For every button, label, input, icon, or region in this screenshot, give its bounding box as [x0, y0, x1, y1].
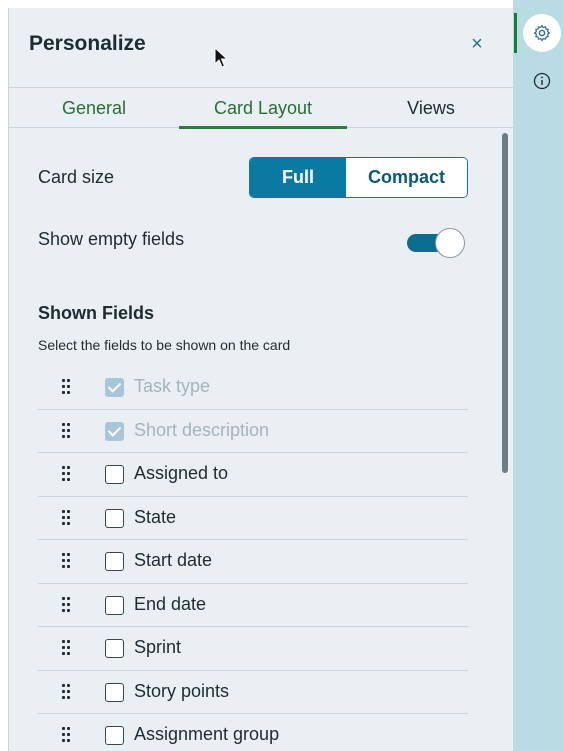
scrollbar-thumb[interactable]	[502, 133, 508, 473]
drag-handle-icon[interactable]	[62, 553, 72, 569]
tab-general[interactable]: General	[49, 88, 139, 128]
drag-handle-icon[interactable]	[62, 509, 72, 526]
settings-rail-button[interactable]	[523, 14, 561, 52]
field-row: Assigned to	[38, 453, 468, 497]
panel-title: Personalize	[29, 32, 146, 55]
field-row: Story points	[38, 671, 468, 714]
drag-handle-icon[interactable]	[62, 727, 72, 743]
drag-handle-icon[interactable]	[62, 596, 72, 613]
active-tab-indicator	[179, 126, 347, 129]
drag-handle-icon[interactable]	[62, 422, 72, 439]
info-icon	[533, 72, 551, 90]
field-checkbox[interactable]	[105, 465, 124, 484]
field-checkbox[interactable]	[105, 639, 124, 658]
field-checkbox[interactable]	[105, 552, 124, 571]
show-empty-fields-toggle[interactable]	[407, 228, 465, 258]
tab-bar: General Card Layout Views	[9, 88, 513, 129]
field-label: Assigned to	[134, 463, 229, 483]
field-checkbox[interactable]	[105, 595, 124, 615]
card-size-label: Card size	[38, 167, 115, 187]
field-label: Start date	[134, 550, 213, 570]
page-edge	[0, 0, 8, 751]
field-checkbox	[105, 421, 124, 441]
mouse-cursor-icon	[214, 47, 228, 68]
rail-active-indicator	[514, 13, 517, 53]
close-button[interactable]: ×	[467, 34, 487, 54]
info-rail-button[interactable]	[523, 62, 561, 100]
field-row: Sprint	[38, 627, 468, 671]
field-label: End date	[134, 593, 207, 614]
toggle-knob	[435, 228, 465, 258]
drag-handle-icon[interactable]	[62, 683, 72, 700]
side-rail	[513, 0, 563, 751]
field-row: End date	[38, 584, 468, 627]
field-label: Assignment group	[134, 724, 280, 744]
field-checkbox	[105, 378, 124, 397]
drag-handle-icon[interactable]	[62, 640, 72, 656]
tab-views[interactable]: Views	[381, 88, 481, 128]
panel-header: Personalize ×	[9, 8, 513, 88]
field-checkbox[interactable]	[105, 726, 124, 745]
gear-icon	[533, 24, 551, 42]
personalize-panel: Personalize × General Card Layout Views …	[8, 8, 513, 751]
field-row: Short description	[38, 410, 468, 453]
drag-handle-icon[interactable]	[62, 379, 72, 395]
field-label: Task type	[134, 376, 211, 396]
shown-fields-heading: Shown Fields	[38, 303, 155, 323]
field-checkbox[interactable]	[105, 682, 124, 702]
card-size-full-button[interactable]: Full	[250, 158, 346, 197]
shown-fields-list: Task type Short description Assigned to Sta…	[38, 366, 468, 751]
shown-fields-description: Select the fields to be shown on the car…	[38, 337, 291, 353]
drag-handle-icon[interactable]	[62, 466, 72, 482]
field-label: Sprint	[134, 637, 182, 657]
field-row: Assignment group	[38, 714, 468, 751]
show-empty-fields-label: Show empty fields	[38, 229, 185, 249]
field-checkbox[interactable]	[105, 508, 124, 528]
card-size-segmented-control: Full Compact	[249, 157, 468, 198]
field-label: State	[134, 506, 177, 527]
field-label: Short description	[134, 419, 270, 440]
field-row: State	[38, 497, 468, 540]
tab-card-layout[interactable]: Card Layout	[179, 88, 347, 128]
field-row: Task type	[38, 366, 468, 410]
card-size-compact-button[interactable]: Compact	[346, 158, 467, 197]
field-row: Start date	[38, 540, 468, 584]
field-label: Story points	[134, 680, 230, 701]
